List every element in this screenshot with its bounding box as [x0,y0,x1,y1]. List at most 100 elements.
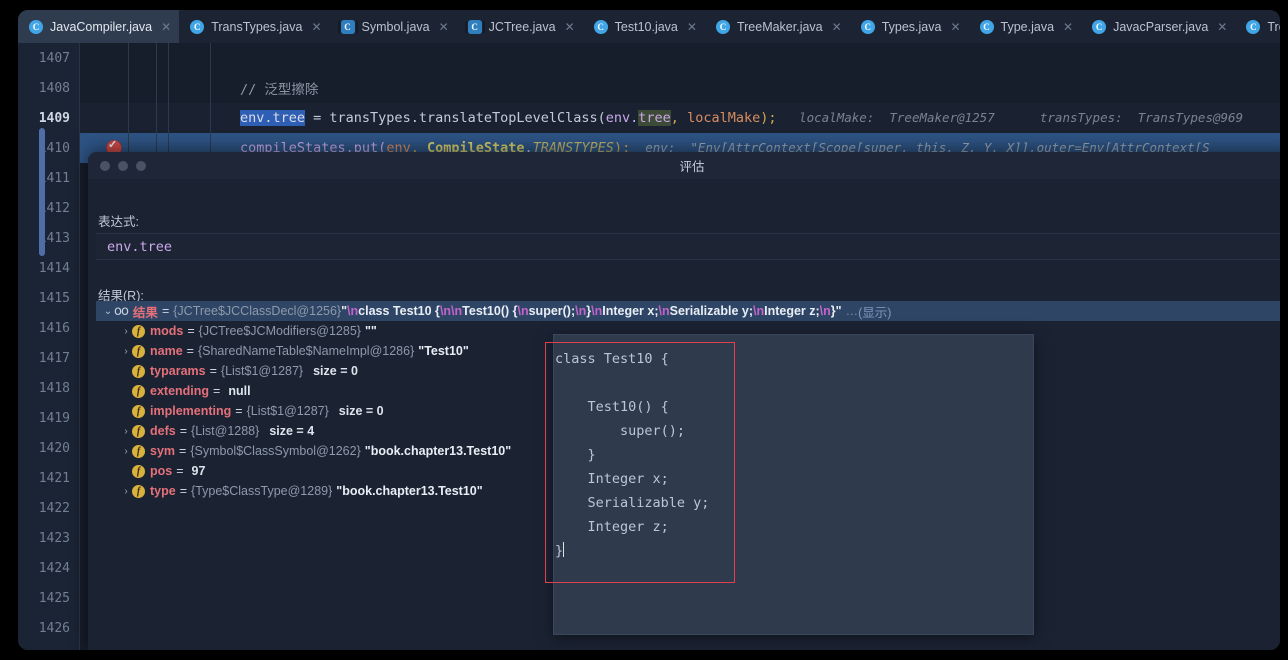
window-controls[interactable] [100,161,146,171]
tree-node-name: pos [150,464,173,478]
code-line[interactable]: 1408 // 泛型擦除 [18,73,1280,103]
java-class-icon: C [1246,19,1261,34]
editor-tab-symbol[interactable]: C Symbol.java ✕ [330,10,457,43]
chevron-right-icon[interactable]: › [120,446,132,457]
screen: C JavaCompiler.java ✕ C TransTypes.java ✕ C Sym… [0,0,1288,660]
java-class-icon: C [190,19,205,34]
tab-label: JavaCompiler.java [50,19,153,34]
editor-tab-treemaker[interactable]: C TreeMaker.java ✕ [705,10,850,43]
close-tab-icon[interactable]: ✕ [161,21,171,33]
tree-node-value: "book.chapter13.Test10" [336,484,483,498]
chevron-right-icon[interactable]: › [120,486,132,497]
vertical-scrollbar-thumb[interactable] [39,128,45,256]
code-text: env.tree = transTypes.translateTopLevelC… [240,110,1243,126]
line-number: 1408 [38,80,70,96]
close-tab-icon[interactable]: ✕ [1063,21,1073,33]
close-tab-icon[interactable]: ✕ [311,21,321,33]
field-icon: f [132,484,145,498]
tab-label: JCTree.java [488,19,556,34]
equals-sign: = [187,324,195,338]
minimize-window-button[interactable] [118,161,128,171]
chevron-right-icon[interactable]: › [120,346,132,357]
string-fragment: }" [830,304,842,318]
close-tab-icon[interactable]: ✕ [565,21,575,33]
tree-row-content: f typarams = {List$1@1287} size = 0 [120,364,358,378]
close-tab-icon[interactable]: ✕ [439,21,449,33]
chevron-right-icon[interactable]: › [120,426,132,437]
tab-label: Test10.java [614,19,678,34]
editor-tab-types[interactable]: C Types.java ✕ [850,10,969,43]
editor-tab-javacompiler[interactable]: C JavaCompiler.java ✕ [18,10,180,43]
line-number: 1419 [38,410,70,426]
equals-sign: = [179,444,187,458]
close-tab-icon[interactable]: ✕ [1217,21,1227,33]
editor-tab-transtypes[interactable]: C TransTypes.java ✕ [179,10,329,43]
newline-escape: \n [591,304,603,318]
dialog-body: 表达式: env.tree 结果(R): ⌄ oo 结果 = {JCTree$JCCla… [88,179,1280,650]
indent-guide [156,43,157,73]
newline-escape: \n [517,304,529,318]
line-number: 1420 [38,440,70,456]
editor-tab-javacparser[interactable]: C JavacParser.java ✕ [1081,10,1235,43]
tab-label: TreeMaker.java [736,19,823,34]
tree-node-type: {List@1288} [191,424,260,438]
indent-guide [168,103,169,133]
line-number: 1418 [38,380,70,396]
equals-sign: = [209,364,217,378]
text-caret [563,542,565,557]
newline-escape: \n [658,304,670,318]
java-class-icon: C [1092,19,1107,34]
editor-tab-treetranslator[interactable]: CTreeTranslator.java✕ [1235,10,1280,43]
close-tab-icon[interactable]: ✕ [832,21,842,33]
editor-tab-bar: C JavaCompiler.java ✕ C TransTypes.java ✕ C Sym… [18,10,1280,43]
line-number: 1422 [38,500,70,516]
indent-guide [210,43,211,73]
chevron-down-icon[interactable]: ⌄ [102,306,114,317]
line-number: 1417 [38,350,70,366]
editor-tab-test10[interactable]: C Test10.java ✕ [583,10,705,43]
show-value-link[interactable]: (显示) [858,302,891,321]
newline-escape: \n [451,304,463,318]
expression-input[interactable]: env.tree [96,233,1280,260]
chevron-right-icon[interactable]: › [120,326,132,337]
field-icon: f [132,364,145,378]
newline-escape: \n [819,304,831,318]
java-class-icon: C [979,19,994,34]
maximize-window-button[interactable] [136,161,146,171]
dialog-title-bar: 评估 [88,152,1280,179]
code-token: , [670,110,688,126]
code-line[interactable]: 1409 env.tree = transTypes.translateTopLe… [18,103,1280,133]
string-fragment: Integer z; [764,304,820,318]
dialog-title: 评估 [679,160,705,174]
line-number: 1414 [38,260,70,276]
newline-escape: \n [575,304,587,318]
code-line[interactable]: 1407 [18,43,1280,73]
field-icon: f [132,444,145,458]
line-number: 1425 [38,590,70,606]
line-number: 1407 [38,50,70,66]
tree-row[interactable]: ⌄ oo 结果 = {JCTree$JCClassDecl@1256} " \n class … [96,301,1280,321]
close-window-button[interactable] [100,161,110,171]
expression-label: 表达式: [98,215,139,229]
tree-node-value: "book.chapter13.Test10" [364,444,512,458]
string-fragment: class Test10 { [358,304,440,318]
string-fragment: Integer x; [602,304,659,318]
indent-guide [128,43,129,73]
editor-tab-jctree[interactable]: C JCTree.java ✕ [457,10,583,43]
indent-guide [156,73,157,103]
close-tab-icon[interactable]: ✕ [950,21,960,33]
indent-guide [168,73,169,103]
tree-row-content: › f type = {Type$ClassType@1289} "book.chapte… [120,484,483,498]
tree-node-name: mods [150,324,184,338]
tree-node-value: size = 0 [313,364,358,378]
close-tab-icon[interactable]: ✕ [687,21,697,33]
popup-code-text: class Test10 { Test10() { super(); } Int… [555,351,710,559]
tree-node-name: typarams [150,364,206,378]
newline-escape: \n [347,304,359,318]
field-icon: f [132,464,145,478]
tab-label: JavacParser.java [1113,19,1209,34]
newline-escape: \n [752,304,765,318]
java-class-icon: C [29,19,43,34]
editor-tab-type[interactable]: C Type.java ✕ [969,10,1082,43]
tree-node-name: sym [150,444,176,458]
